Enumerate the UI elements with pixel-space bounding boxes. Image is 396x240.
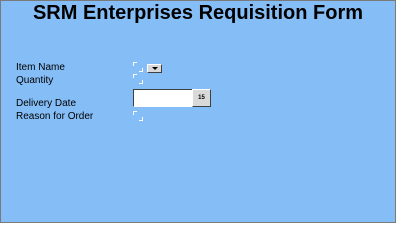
item-name-field[interactable]	[133, 62, 143, 72]
delivery-date-input[interactable]	[133, 89, 192, 107]
reason-field[interactable]	[133, 111, 143, 121]
delivery-date-label: Delivery Date	[16, 98, 77, 109]
calendar-icon[interactable]: 15	[192, 89, 211, 107]
form-title: SRM Enterprises Requisition Form	[32, 2, 364, 24]
chevron-down-icon[interactable]	[147, 64, 162, 73]
item-name-dropdown[interactable]	[133, 62, 163, 73]
requisition-form: SRM Enterprises Requisition Form Item Na…	[0, 0, 396, 223]
quantity-label: Quantity	[16, 75, 54, 86]
delivery-date-picker[interactable]: 15	[133, 89, 211, 107]
item-name-label: Item Name	[16, 62, 65, 73]
quantity-field[interactable]	[133, 74, 143, 84]
reason-label: Reason for Order	[16, 111, 94, 122]
